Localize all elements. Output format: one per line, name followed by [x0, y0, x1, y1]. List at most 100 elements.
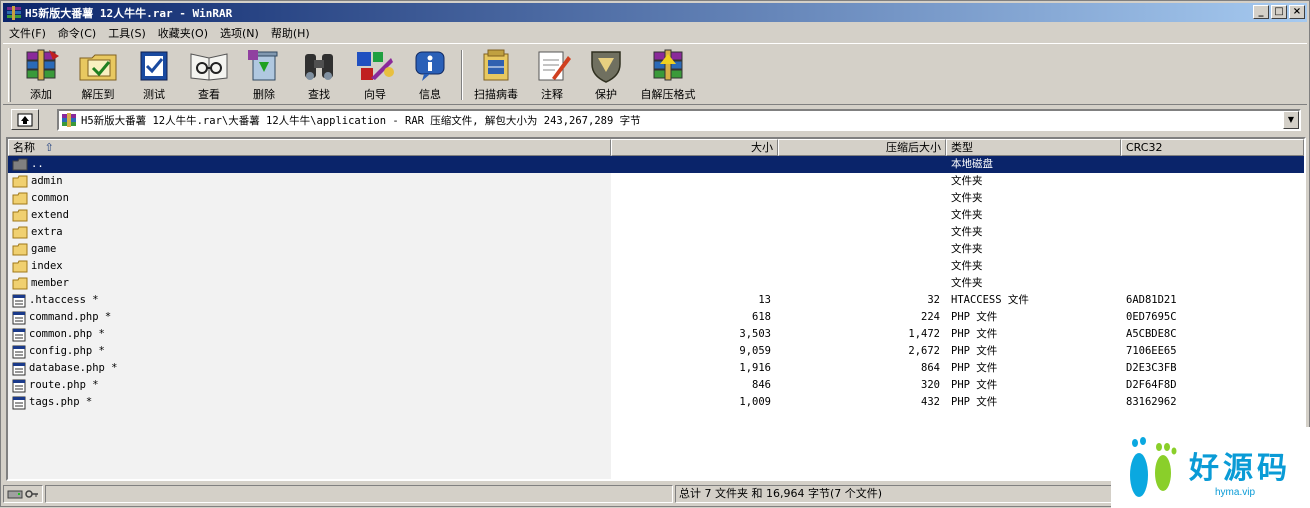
column-header-size[interactable]: 大小 — [611, 139, 778, 156]
file-type: PHP 文件 — [951, 311, 998, 323]
status-drive-cell[interactable] — [3, 485, 43, 503]
menu-help[interactable]: 帮助(H) — [265, 25, 316, 41]
file-icon — [12, 294, 26, 307]
folder-row[interactable]: index 文件夹 — [8, 258, 1304, 275]
file-name: command.php * — [29, 311, 112, 323]
chevron-down-icon[interactable]: ▼ — [1283, 111, 1299, 129]
column-header-type[interactable]: 类型 — [946, 139, 1121, 156]
file-name-cell: admin — [12, 173, 63, 190]
file-type: PHP 文件 — [951, 362, 998, 374]
file-name-cell: extend — [12, 207, 69, 224]
file-size — [611, 207, 771, 224]
up-folder-button[interactable] — [11, 109, 39, 130]
file-type: 文件夹 — [951, 260, 983, 272]
file-row[interactable]: route.php * 846 320 PHP 文件 D2F64F8D — [8, 377, 1304, 394]
file-name: common — [31, 192, 69, 204]
folder-row[interactable]: game 文件夹 — [8, 241, 1304, 258]
file-type: PHP 文件 — [951, 345, 998, 357]
folder-row[interactable]: extend 文件夹 — [8, 207, 1304, 224]
folder-row[interactable]: extra 文件夹 — [8, 224, 1304, 241]
find-button[interactable]: 查找 — [291, 48, 347, 102]
file-name-cell: .htaccess * — [12, 292, 99, 309]
path-combo[interactable]: H5新版大番薯 12人牛牛.rar\大番薯 12人牛牛\application … — [57, 109, 1301, 131]
menu-file[interactable]: 文件(F) — [3, 25, 52, 41]
protect-shield-icon — [591, 51, 621, 83]
add-button[interactable]: 添加 — [13, 48, 69, 102]
extract-to-button[interactable]: 解压到 — [69, 48, 127, 102]
delete-recycle-icon — [248, 50, 278, 81]
file-name: common.php * — [29, 328, 105, 340]
delete-button[interactable]: 删除 — [237, 48, 291, 102]
column-header-name[interactable]: 名称 ⇧ — [8, 139, 611, 156]
maximize-button[interactable]: □ — [1271, 5, 1287, 19]
file-name-cell: .. — [12, 156, 44, 173]
file-name: extra — [31, 226, 63, 238]
comment-pen-icon — [538, 51, 571, 81]
file-size: 846 — [752, 379, 771, 391]
file-row[interactable]: tags.php * 1,009 432 PHP 文件 83162962 — [8, 394, 1304, 411]
address-bar: H5新版大番薯 12人牛牛.rar\大番薯 12人牛牛\application … — [3, 107, 1307, 133]
view-glasses-icon — [190, 53, 228, 81]
file-type: PHP 文件 — [951, 328, 998, 340]
sfx-button[interactable]: 自解压格式 — [633, 48, 703, 102]
sort-up-arrow-icon: ⇧ — [44, 141, 54, 154]
file-name: member — [31, 277, 69, 289]
file-icon — [12, 379, 26, 392]
folder-icon — [12, 175, 28, 188]
folder-row[interactable]: common 文件夹 — [8, 190, 1304, 207]
file-packed-size: 432 — [921, 396, 940, 408]
menu-tools[interactable]: 工具(S) — [102, 25, 152, 41]
file-size — [611, 275, 771, 292]
folder-row[interactable]: member 文件夹 — [8, 275, 1304, 292]
file-size — [611, 156, 771, 173]
menu-options[interactable]: 选项(N) — [214, 25, 265, 41]
column-header-crc[interactable]: CRC32 — [1121, 139, 1304, 156]
file-type: PHP 文件 — [951, 396, 998, 408]
folder-icon — [12, 226, 28, 239]
rar-archive-icon — [62, 113, 76, 127]
file-name: .. — [31, 158, 44, 170]
file-packed-size: 1,472 — [908, 328, 940, 340]
file-packed-size: 224 — [921, 311, 940, 323]
folder-icon — [12, 192, 28, 205]
close-button[interactable]: × — [1289, 5, 1305, 19]
info-button[interactable]: 信息 — [403, 48, 457, 102]
minimize-button[interactable]: _ — [1253, 5, 1269, 19]
file-packed-size — [778, 224, 940, 241]
watermark-logo: 好源码 hyma.vip — [1111, 427, 1310, 508]
test-button[interactable]: 测试 — [127, 48, 181, 102]
menu-favorites[interactable]: 收藏夹(O) — [152, 25, 214, 41]
folder-row[interactable]: admin 文件夹 — [8, 173, 1304, 190]
info-icon — [415, 51, 445, 81]
file-name-cell: common.php * — [12, 326, 105, 343]
view-button[interactable]: 查看 — [181, 48, 237, 102]
status-selection-cell — [45, 485, 673, 503]
file-row[interactable]: .htaccess * 13 32 HTACCESS 文件 6AD81D21 — [8, 292, 1304, 309]
file-row[interactable]: database.php * 1,916 864 PHP 文件 D2E3C3FB — [8, 360, 1304, 377]
column-header-packed[interactable]: 压缩后大小 — [778, 139, 946, 156]
comment-button[interactable]: 注释 — [525, 48, 579, 102]
title-bar[interactable]: H5新版大番薯 12人牛牛.rar - WinRAR _ □ × — [3, 3, 1307, 22]
file-row[interactable]: config.php * 9,059 2,672 PHP 文件 7106EE65 — [8, 343, 1304, 360]
folder-icon — [12, 209, 28, 222]
key-icon — [25, 490, 38, 498]
file-name: extend — [31, 209, 69, 221]
virus-scan-button[interactable]: 扫描病毒 — [465, 48, 527, 102]
file-size — [611, 258, 771, 275]
file-type: 本地磁盘 — [951, 158, 993, 170]
menu-commands[interactable]: 命令(C) — [52, 25, 102, 41]
file-size — [611, 190, 771, 207]
file-row[interactable]: command.php * 618 224 PHP 文件 0ED7695C — [8, 309, 1304, 326]
toolbar-grip[interactable] — [8, 48, 11, 102]
file-row[interactable]: common.php * 3,503 1,472 PHP 文件 A5CBDE8C — [8, 326, 1304, 343]
file-size: 618 — [752, 311, 771, 323]
file-packed-size — [778, 173, 940, 190]
file-packed-size — [778, 241, 940, 258]
file-packed-size — [778, 207, 940, 224]
folder-row[interactable]: .. 本地磁盘 — [8, 156, 1304, 173]
file-crc: D2F64F8D — [1126, 379, 1177, 391]
file-packed-size: 864 — [921, 362, 940, 374]
wizard-button[interactable]: 向导 — [347, 48, 403, 102]
protect-button[interactable]: 保护 — [579, 48, 633, 102]
file-name-cell: index — [12, 258, 63, 275]
